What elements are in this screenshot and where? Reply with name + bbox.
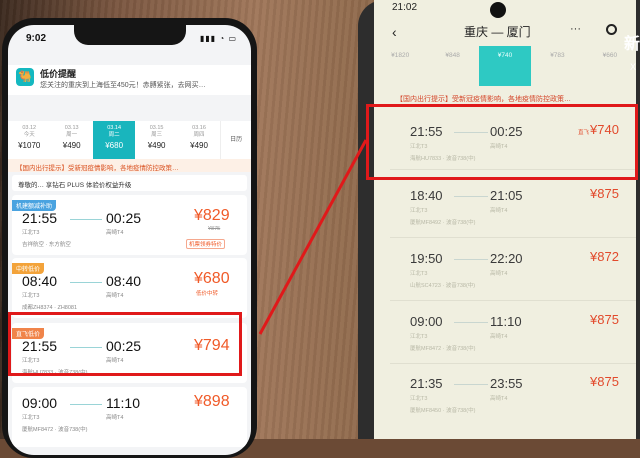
connector-line [258, 139, 368, 335]
news-watermark: 新 [624, 36, 640, 53]
news-watermark-sub: X [630, 62, 637, 72]
